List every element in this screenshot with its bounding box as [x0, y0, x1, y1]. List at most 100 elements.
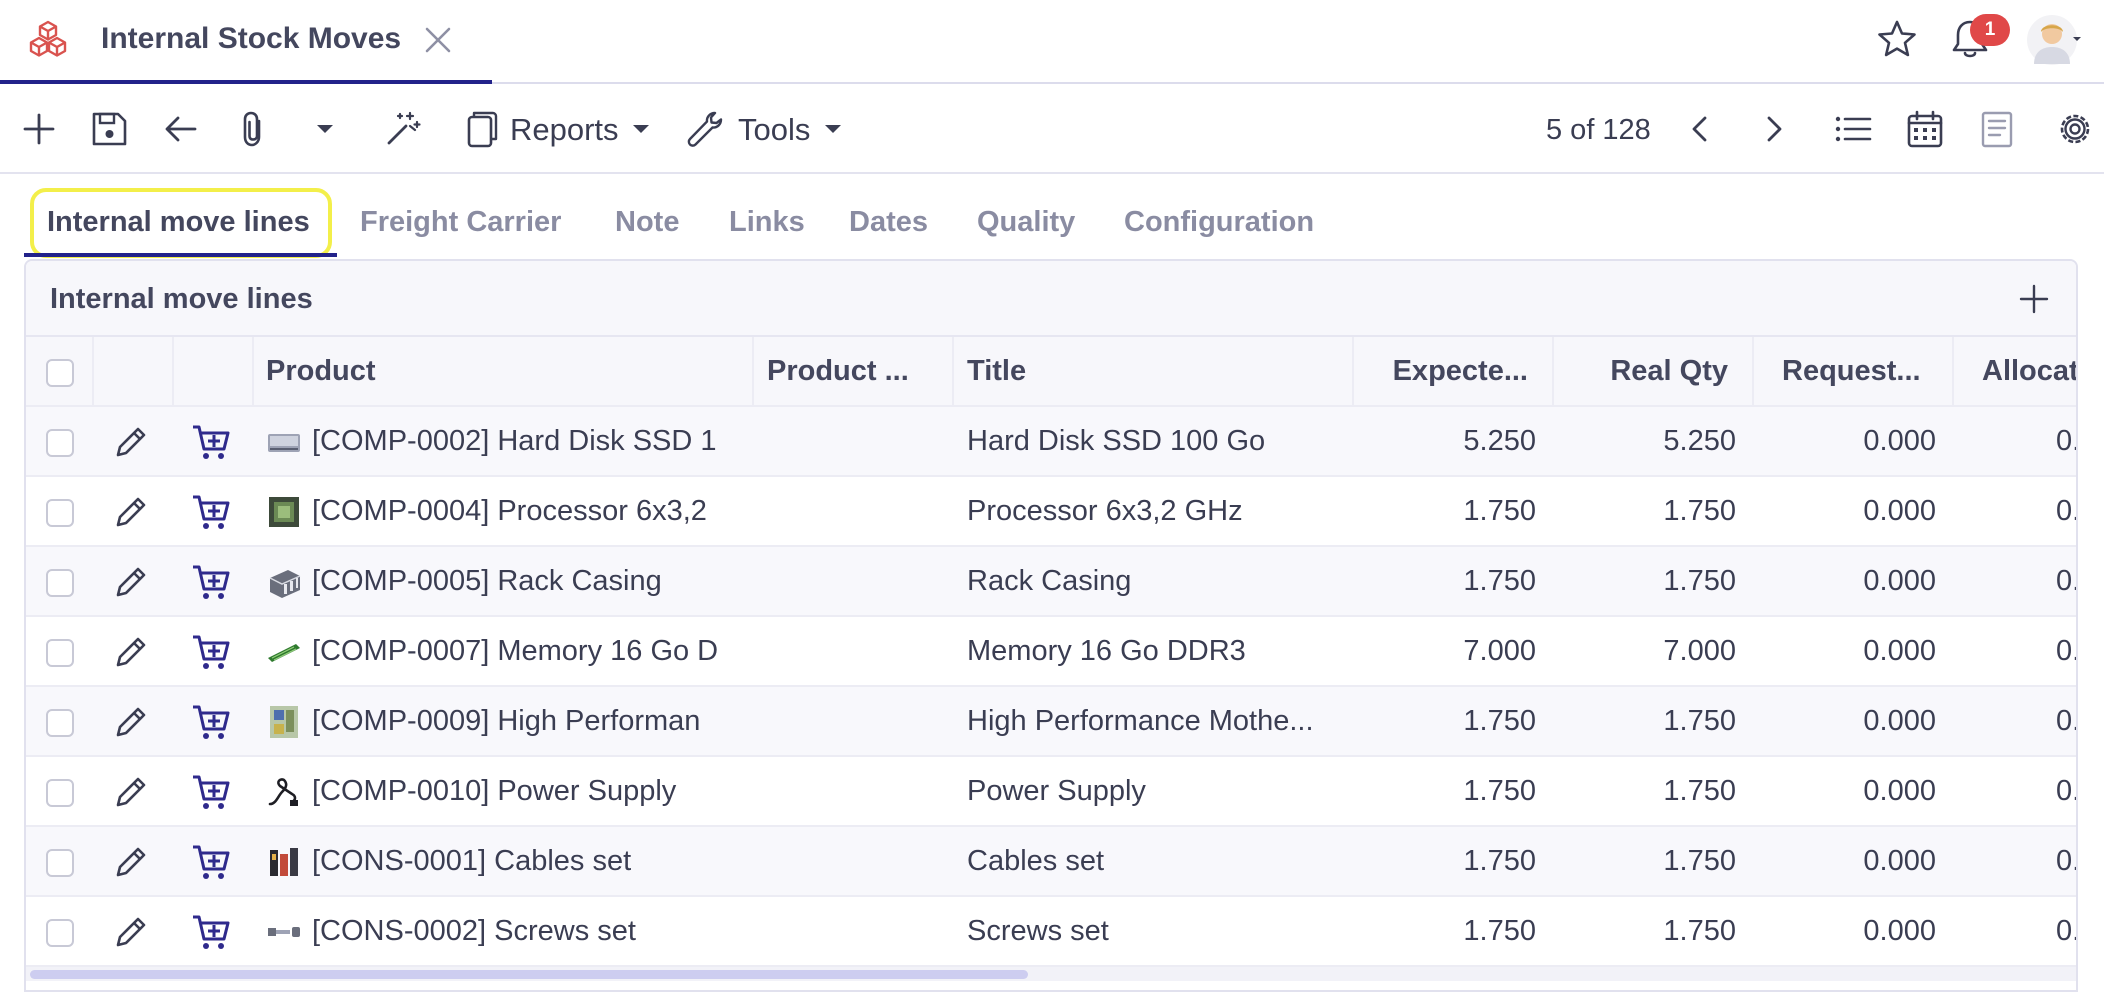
magic-wand-icon[interactable] [382, 108, 424, 150]
chevron-right-icon[interactable] [1752, 108, 1794, 150]
table-row[interactable]: [COMP-0009] High Performan High Performa… [26, 687, 2076, 757]
table-row[interactable]: [COMP-0004] Processor 6x3,2 Processor 6x… [26, 477, 2078, 547]
requested-qty: 0.000 [1863, 425, 1936, 457]
reports-menu[interactable]: Reports [510, 112, 619, 148]
line-title: High Performance Mothe... [967, 705, 1314, 737]
line-title: Memory 16 Go DDR3 [967, 635, 1246, 667]
tab-links[interactable]: Links [729, 206, 805, 239]
column-header-title[interactable]: Title [967, 337, 1267, 405]
edit-pencil-icon[interactable] [112, 773, 150, 811]
table-row[interactable]: [CONS-0002] Screws set Screws set 1.750 … [26, 897, 2078, 967]
cart-add-icon[interactable] [190, 491, 232, 533]
column-header-requested-qty[interactable]: Request... [1782, 337, 1962, 405]
notification-badge: 1 [1970, 14, 2010, 46]
caret-down-icon[interactable] [304, 108, 346, 150]
table-header-row: Product Product ... Title Expecte... Rea… [26, 337, 2076, 407]
edit-pencil-icon[interactable] [112, 703, 150, 741]
table-row[interactable]: [CONS-0001] Cables set Cables set 1.750 … [26, 827, 2076, 897]
list-view-icon[interactable] [1832, 108, 1874, 150]
toolbar: Reports Tools 5 of 128 [0, 86, 2104, 174]
active-tab-underline [24, 253, 337, 257]
cart-add-icon[interactable] [190, 421, 232, 463]
cart-add-icon[interactable] [190, 561, 232, 603]
column-header-product[interactable]: Product [266, 337, 566, 405]
real-qty: 1.750 [1663, 845, 1736, 877]
line-title: Hard Disk SSD 100 Go [967, 425, 1266, 457]
tab-dates[interactable]: Dates [849, 206, 928, 239]
edit-pencil-icon[interactable] [112, 913, 150, 951]
save-icon[interactable] [88, 108, 130, 150]
row-checkbox[interactable] [46, 919, 74, 947]
tab-title: Internal Stock Moves [101, 22, 402, 55]
expected-qty: 1.750 [1463, 495, 1536, 527]
column-header-real-qty[interactable]: Real Qty [1556, 337, 1728, 405]
caret-down-icon[interactable] [620, 108, 662, 150]
expected-qty: 1.750 [1463, 845, 1536, 877]
copy-icon[interactable] [460, 108, 502, 150]
cart-add-icon[interactable] [190, 911, 232, 953]
column-header-expected-qty[interactable]: Expecte... [1356, 337, 1528, 405]
cart-add-icon[interactable] [190, 701, 232, 743]
internal-move-lines-panel: Internal move lines Product Product ... … [24, 259, 2078, 992]
product-name: [COMP-0002] Hard Disk SSD 1 [312, 425, 717, 457]
table-row[interactable]: [COMP-0007] Memory 16 Go D Memory 16 Go … [26, 617, 2076, 687]
real-qty: 5.250 [1663, 425, 1736, 457]
tab-internal-move-lines[interactable]: Internal move lines [47, 206, 310, 239]
table-row[interactable]: [COMP-0002] Hard Disk SSD 1 Hard Disk SS… [26, 407, 2076, 477]
tab-configuration[interactable]: Configuration [1124, 206, 1314, 239]
plus-icon[interactable] [18, 108, 60, 150]
edit-pencil-icon[interactable] [112, 493, 150, 531]
table-row[interactable]: [COMP-0010] Power Supply Power Supply 1.… [26, 757, 2076, 827]
product-name: [COMP-0007] Memory 16 Go D [312, 635, 719, 667]
line-title: Cables set [967, 845, 1105, 877]
star-icon[interactable] [1876, 18, 1918, 60]
calendar-view-icon[interactable] [1904, 108, 1946, 150]
tab-freight-carrier[interactable]: Freight Carrier [360, 206, 561, 239]
real-qty: 1.750 [1663, 495, 1736, 527]
product-name: [CONS-0001] Cables set [312, 845, 632, 877]
wrench-icon[interactable] [684, 108, 726, 150]
back-arrow-icon[interactable] [160, 108, 202, 150]
paperclip-icon[interactable] [232, 108, 274, 150]
close-icon[interactable] [420, 22, 456, 58]
caret-down-icon[interactable] [812, 108, 854, 150]
edit-pencil-icon[interactable] [112, 633, 150, 671]
chevron-left-icon[interactable] [1680, 108, 1722, 150]
add-line-icon[interactable] [2016, 281, 2052, 317]
real-qty: 1.750 [1663, 705, 1736, 737]
edit-pencil-icon[interactable] [112, 843, 150, 881]
tab-quality[interactable]: Quality [977, 206, 1075, 239]
column-header-product-variant[interactable]: Product ... [767, 337, 947, 405]
expected-qty: 1.750 [1463, 565, 1536, 597]
column-header-allocated-qty[interactable]: Allocat [1982, 337, 2076, 405]
requested-qty: 0.000 [1863, 565, 1936, 597]
row-checkbox[interactable] [46, 709, 74, 737]
cart-add-icon[interactable] [190, 771, 232, 813]
allocated-qty: 0. [2056, 495, 2078, 527]
edit-pencil-icon[interactable] [112, 563, 150, 601]
requested-qty: 0.000 [1863, 915, 1936, 947]
tab-note[interactable]: Note [615, 206, 679, 239]
cart-add-icon[interactable] [190, 631, 232, 673]
table-row[interactable]: [COMP-0005] Rack Casing Rack Casing 1.75… [26, 547, 2076, 617]
form-view-icon[interactable] [1976, 108, 2018, 150]
row-checkbox[interactable] [46, 499, 74, 527]
gear-icon[interactable] [2054, 108, 2096, 150]
horizontal-scrollbar[interactable] [26, 967, 2076, 981]
row-checkbox[interactable] [46, 779, 74, 807]
row-checkbox[interactable] [46, 429, 74, 457]
cart-add-icon[interactable] [190, 841, 232, 883]
panel-title: Internal move lines [50, 283, 313, 315]
allocated-qty: 0. [2056, 915, 2078, 947]
pager-text: 5 of 128 [1546, 114, 1651, 146]
select-all-checkbox[interactable] [46, 359, 74, 387]
edit-pencil-icon[interactable] [112, 423, 150, 461]
real-qty: 1.750 [1663, 775, 1736, 807]
row-checkbox[interactable] [46, 569, 74, 597]
scrollbar-thumb[interactable] [30, 970, 1028, 979]
caret-down-icon[interactable] [2070, 32, 2084, 46]
tools-menu[interactable]: Tools [738, 112, 810, 148]
row-checkbox[interactable] [46, 849, 74, 877]
product-name: [COMP-0005] Rack Casing [312, 565, 662, 597]
row-checkbox[interactable] [46, 639, 74, 667]
